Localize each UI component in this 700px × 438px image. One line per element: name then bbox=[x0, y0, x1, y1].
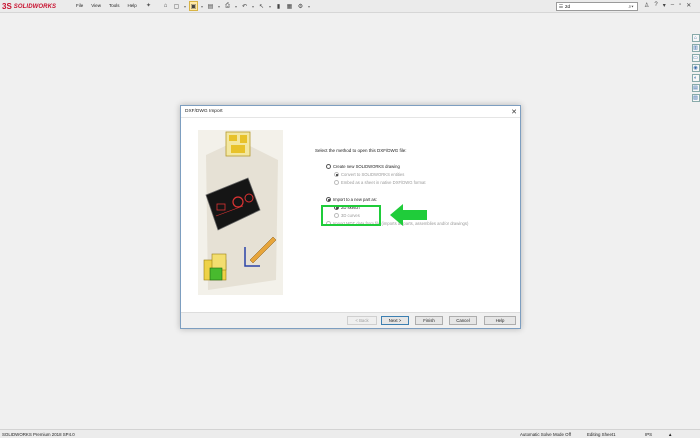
solidworks-logo[interactable]: 3S SOLIDWORKS bbox=[2, 1, 62, 12]
user-icon[interactable]: ♙ bbox=[644, 2, 649, 9]
design-library-icon[interactable]: ▥ bbox=[691, 44, 700, 52]
menu-file[interactable]: File bbox=[76, 3, 83, 8]
print-icon[interactable]: ⎙ bbox=[223, 1, 232, 11]
next-button[interactable]: Next > bbox=[381, 316, 409, 325]
open-icon[interactable]: ▣ bbox=[189, 1, 198, 11]
dxf-dwg-import-dialog: DXF/DWG Import ✕ Select the method to op… bbox=[180, 105, 521, 329]
search-icon[interactable]: ⌕▾ bbox=[625, 4, 637, 10]
save-icon[interactable]: ▤ bbox=[206, 1, 215, 11]
dialog-footer: < Back Next > Finish Cancel Help bbox=[181, 312, 520, 328]
help-icon[interactable]: ? bbox=[654, 2, 657, 9]
status-units[interactable]: IPS bbox=[645, 432, 652, 437]
options-dropdown-icon[interactable]: ▾ bbox=[307, 1, 311, 11]
save-dropdown-icon[interactable]: ▾ bbox=[217, 1, 221, 11]
undo-icon[interactable]: ↶ bbox=[240, 1, 249, 11]
menu-bar: File View Tools Help bbox=[76, 3, 137, 8]
option-create-drawing[interactable]: Create new SOLIDWORKS drawing bbox=[326, 164, 400, 169]
option-convert-entities: Convert to SOLIDWORKS entities bbox=[334, 172, 404, 177]
appearances-icon[interactable]: ◐ bbox=[691, 74, 700, 82]
file-explorer-icon[interactable]: ▭ bbox=[691, 54, 700, 62]
menu-tools[interactable]: Tools bbox=[109, 3, 120, 8]
import-part-label: Import to a new part as: bbox=[333, 197, 377, 202]
back-button[interactable]: < Back bbox=[347, 316, 377, 325]
new-dropdown-icon[interactable]: ▾ bbox=[183, 1, 187, 11]
minimize-icon[interactable]: – bbox=[671, 2, 674, 9]
pin-icon[interactable]: ✦ bbox=[146, 2, 151, 9]
method-prompt: Select the method to open this DXF/DWG f… bbox=[315, 148, 407, 153]
import-part-radio[interactable] bbox=[326, 197, 331, 202]
menu-view[interactable]: View bbox=[91, 3, 101, 8]
convert-entities-radio bbox=[334, 172, 339, 177]
new-document-icon[interactable]: ▢ bbox=[172, 1, 181, 11]
status-bar: SOLIDWORKS Premium 2018 SP4.0 Automatic … bbox=[0, 429, 700, 438]
options-icon[interactable]: ⚙ bbox=[296, 1, 305, 11]
convert-entities-label: Convert to SOLIDWORKS entities bbox=[341, 172, 405, 177]
solidworks-forum-icon[interactable]: ▧ bbox=[691, 94, 700, 102]
open-dropdown-icon[interactable]: ▾ bbox=[200, 1, 204, 11]
search-scope-icon[interactable]: ☰ bbox=[557, 4, 565, 10]
embed-sheet-label: Embed as a sheet in native DXF/DWG forma… bbox=[341, 180, 426, 185]
menu-help[interactable]: Help bbox=[127, 3, 136, 8]
select-icon[interactable]: ↖ bbox=[257, 1, 266, 11]
help-dropdown-icon[interactable]: ▾ bbox=[663, 2, 666, 9]
search-box: ☰ ⌕▾ bbox=[556, 2, 638, 11]
file-properties-icon[interactable]: ▦ bbox=[285, 1, 294, 11]
view-palette-icon[interactable]: ◉ bbox=[691, 64, 700, 72]
dialog-title: DXF/DWG Import bbox=[181, 106, 520, 118]
dialog-body: Select the method to open this DXF/DWG f… bbox=[181, 119, 520, 314]
status-units-dropdown-icon[interactable]: ▲ bbox=[668, 432, 672, 437]
status-solve-mode: Automatic Solve Mode Off bbox=[520, 432, 571, 437]
highlight-box bbox=[321, 205, 381, 226]
window-controls: ♙ ? ▾ – ▫ ✕ bbox=[644, 2, 691, 9]
custom-properties-icon[interactable]: ▤ bbox=[691, 84, 700, 92]
finish-button[interactable]: Finish bbox=[415, 316, 443, 325]
logo-text: SOLIDWORKS bbox=[13, 3, 57, 10]
option-embed-sheet: Embed as a sheet in native DXF/DWG forma… bbox=[334, 180, 425, 185]
search-input[interactable] bbox=[565, 3, 625, 10]
home-icon[interactable]: ⌂ bbox=[161, 1, 170, 11]
select-dropdown-icon[interactable]: ▾ bbox=[268, 1, 272, 11]
left-arrow-icon bbox=[390, 204, 427, 226]
print-dropdown-icon[interactable]: ▾ bbox=[234, 1, 238, 11]
resources-icon[interactable]: ⌂ bbox=[691, 34, 700, 42]
restore-icon[interactable]: ▫ bbox=[679, 2, 681, 9]
cancel-button[interactable]: Cancel bbox=[449, 316, 477, 325]
dialog-close-icon[interactable]: ✕ bbox=[511, 108, 517, 116]
rebuild-icon[interactable]: ▮ bbox=[274, 1, 283, 11]
help-button[interactable]: Help bbox=[484, 316, 516, 325]
title-bar: 3S SOLIDWORKS File View Tools Help ✦ ⌂ ▢… bbox=[0, 0, 700, 13]
standard-toolbar: ⌂ ▢ ▾ ▣ ▾ ▤ ▾ ⎙ ▾ ↶ ▾ ↖ ▾ ▮ ▦ ⚙ ▾ bbox=[161, 1, 311, 11]
embed-sheet-radio bbox=[334, 180, 339, 185]
import-wizard-illustration bbox=[198, 130, 283, 295]
close-icon[interactable]: ✕ bbox=[686, 2, 691, 9]
task-pane-tabs: ⌂ ▥ ▭ ◉ ◐ ▤ ▧ bbox=[691, 34, 700, 102]
undo-dropdown-icon[interactable]: ▾ bbox=[251, 1, 255, 11]
create-drawing-label: Create new SOLIDWORKS drawing bbox=[333, 164, 400, 169]
logo-mark: 3S bbox=[2, 2, 12, 11]
status-product: SOLIDWORKS Premium 2018 SP4.0 bbox=[2, 432, 75, 437]
option-import-part[interactable]: Import to a new part as: bbox=[326, 197, 377, 202]
status-editing: Editing Sheet1 bbox=[587, 432, 616, 437]
create-drawing-radio[interactable] bbox=[326, 164, 331, 169]
